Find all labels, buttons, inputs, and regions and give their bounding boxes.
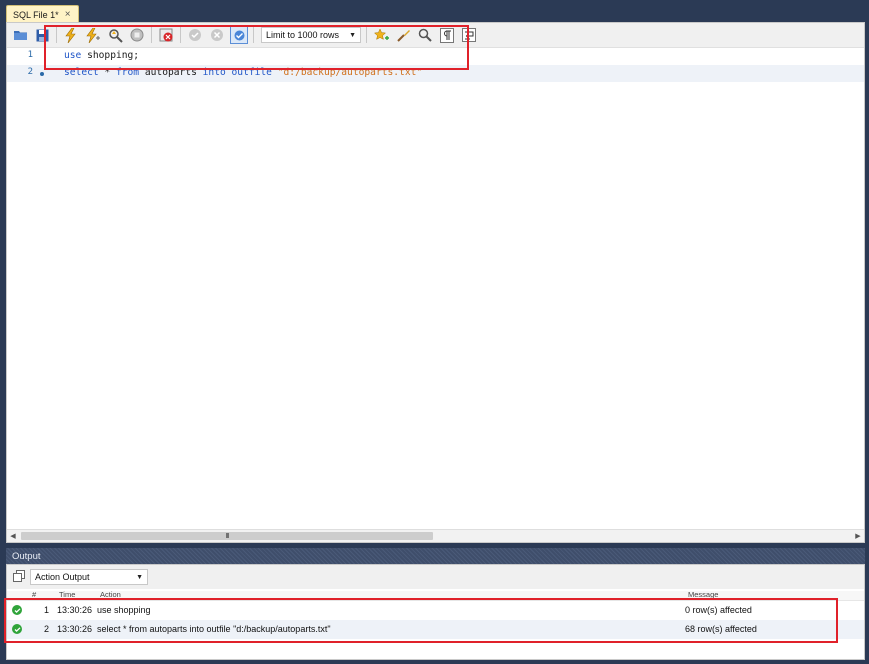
close-icon[interactable]: ×: [65, 9, 71, 20]
chevron-down-icon: ▼: [136, 573, 143, 581]
output-row[interactable]: 1 13:30:26 use shopping 0 row(s) affecte…: [7, 601, 864, 620]
beautify-icon[interactable]: [394, 26, 412, 44]
sql-keyword: select: [64, 67, 99, 78]
limit-rows-select[interactable]: Limit to 1000 rows ▼: [261, 27, 361, 43]
col-action: Action: [100, 590, 121, 599]
row-num: 2: [44, 624, 50, 634]
execute-icon[interactable]: [62, 26, 80, 44]
workbench-window: SQL File 1* × Limit to 1000 rows ▼ 1 use…: [0, 0, 869, 664]
sql-keyword: into: [202, 67, 226, 78]
output-toolbar: Action Output ▼: [7, 565, 864, 589]
sql-string: "d:/backup/autoparts.txt": [277, 67, 423, 78]
sql-keyword: from: [115, 67, 140, 78]
commit-icon[interactable]: [186, 26, 204, 44]
scroll-left-icon[interactable]: ◀: [7, 530, 19, 542]
sql-text: shopping;: [81, 50, 140, 61]
sql-text: *: [98, 67, 116, 78]
success-check-icon: [12, 605, 22, 615]
chevron-down-icon: ▼: [349, 31, 356, 39]
tab-label: SQL File 1*: [13, 9, 59, 20]
statement-marker-icon: [40, 72, 44, 76]
output-title: Output: [12, 550, 41, 562]
col-message: Message: [688, 590, 719, 599]
tab-sql-file[interactable]: SQL File 1* ×: [6, 5, 79, 23]
sql-keyword: outfile: [231, 67, 272, 78]
toolbar-separator: [56, 27, 57, 43]
row-action: use shopping: [97, 605, 151, 615]
code-editor[interactable]: 1 use shopping; 2 select * from autopart…: [7, 48, 864, 532]
sql-editor-panel: Limit to 1000 rows ▼ 1 use shopping; 2 s…: [6, 22, 865, 543]
toolbar-separator: [180, 27, 181, 43]
row-time: 13:30:26: [57, 624, 93, 634]
output-row[interactable]: 2 13:30:26 select * from autoparts into …: [7, 620, 864, 639]
success-check-icon: [12, 624, 22, 634]
row-time: 13:30:26: [57, 605, 93, 615]
output-mode-select[interactable]: Action Output ▼: [30, 569, 148, 585]
wrap-icon[interactable]: [460, 26, 478, 44]
explain-icon[interactable]: [106, 26, 124, 44]
code-line: 1 use shopping;: [7, 48, 864, 65]
scroll-thumb[interactable]: III: [21, 532, 433, 540]
code-line-current: 2 select * from autoparts into outfile "…: [7, 65, 864, 82]
stop-icon[interactable]: [128, 26, 146, 44]
autocommit-icon[interactable]: [230, 26, 248, 44]
toolbar-separator: [366, 27, 367, 43]
copy-icon[interactable]: [13, 570, 27, 584]
execute-current-icon[interactable]: [84, 26, 102, 44]
output-header: Output: [6, 548, 865, 564]
sql-text: autoparts: [139, 67, 203, 78]
code-text: select * from autoparts into outfile "d:…: [64, 67, 422, 78]
output-mode-value: Action Output: [35, 572, 90, 582]
sql-keyword: use: [64, 50, 82, 61]
toolbar-separator: [253, 27, 254, 43]
rollback-icon[interactable]: [208, 26, 226, 44]
save-icon[interactable]: [33, 26, 51, 44]
line-number: 2: [27, 67, 33, 77]
output-panel: Action Output ▼ # Time Action Message 1 …: [6, 564, 865, 660]
invisible-chars-icon[interactable]: [438, 26, 456, 44]
code-text: use shopping;: [64, 50, 139, 61]
limit-rows-value: Limit to 1000 rows: [266, 30, 340, 40]
output-table-header: # Time Action Message: [7, 590, 864, 601]
find-icon[interactable]: [416, 26, 434, 44]
editor-toolbar: Limit to 1000 rows ▼: [7, 23, 864, 48]
toggle-error-icon[interactable]: [157, 26, 175, 44]
bookmark-icon[interactable]: [372, 26, 390, 44]
toolbar-separator: [151, 27, 152, 43]
line-number: 1: [27, 50, 33, 60]
open-folder-icon[interactable]: [11, 26, 29, 44]
row-num: 1: [44, 605, 50, 615]
row-message: 0 row(s) affected: [685, 605, 752, 615]
scroll-right-icon[interactable]: ▶: [852, 530, 864, 542]
col-num: #: [32, 590, 37, 599]
horizontal-scrollbar[interactable]: ◀ III ▶: [7, 529, 864, 542]
row-message: 68 row(s) affected: [685, 624, 757, 634]
row-action: select * from autoparts into outfile "d:…: [97, 624, 331, 634]
col-time: Time: [59, 590, 76, 599]
